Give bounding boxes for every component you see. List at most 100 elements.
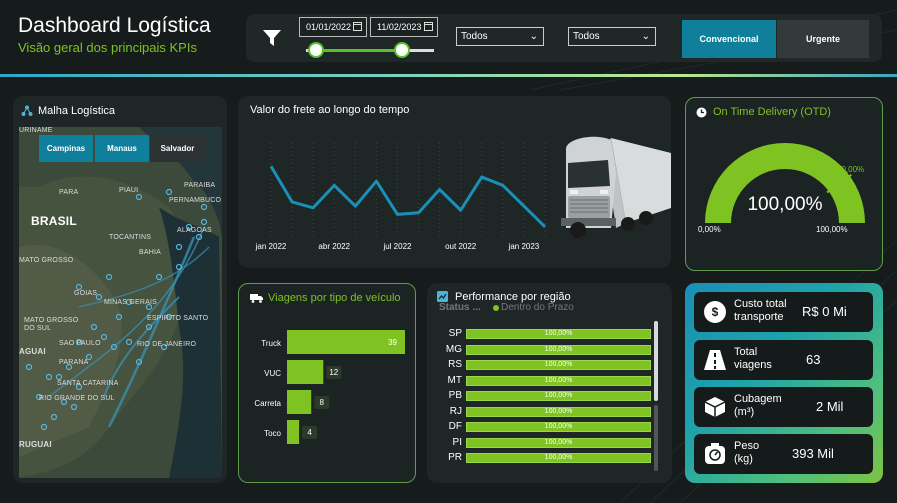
truck-image (561, 136, 671, 238)
x-tick-label: jan 2022 (255, 242, 287, 251)
regions-scrollbar[interactable] (654, 321, 658, 401)
urgente-button[interactable]: Urgente (777, 20, 869, 58)
vehicle-bar[interactable] (287, 390, 312, 414)
map-title: Malha Logística (38, 105, 116, 117)
region-label: RJ (449, 405, 462, 417)
map-label: SAO PAULO (59, 340, 101, 347)
region-label: RS (448, 359, 462, 370)
map-label: PARAIBA (184, 182, 216, 189)
bar-value-label: 12 (329, 368, 338, 377)
map-button-manaus[interactable]: Manaus (95, 135, 149, 162)
otd-value: 100,00% (747, 194, 823, 215)
region-bar[interactable]: 100,00% (466, 329, 651, 339)
otd-panel: On Time Delivery (OTD) 100,00% 0,00% 100… (685, 97, 883, 271)
freight-series-line[interactable] (269, 165, 547, 228)
x-tick-label: out 2022 (445, 242, 477, 251)
map-button-salvador[interactable]: Salvador (150, 135, 205, 162)
region-bar[interactable]: 100,00% (466, 406, 651, 417)
vehicles-title: Viagens por tipo de veículo (268, 292, 401, 304)
bar-value-label: 8 (319, 398, 324, 407)
date-end-input[interactable]: 11/02/2023 (370, 17, 438, 37)
map-label: PARA (59, 189, 79, 196)
map-label: SANTA CATARINA (57, 380, 119, 387)
road-icon (704, 350, 726, 370)
otd-target-label: 80,00% (837, 165, 865, 174)
kpi-card-volume: Cubagem (m³) 2 Mil (694, 387, 873, 427)
vehicle-bar[interactable] (287, 420, 300, 444)
calendar-icon[interactable] (353, 22, 362, 31)
chevron-down-icon: ⌄ (641, 31, 650, 42)
bar-category-label: VUC (264, 369, 281, 378)
region-bar[interactable]: 100,00% (466, 437, 651, 448)
region-bar[interactable]: 100,00% (466, 344, 651, 355)
vehicles-bar-chart[interactable]: Truck 39 VUC 12 Carreta 8 Toco 4 (239, 324, 417, 474)
bar-category-label: Carreta (254, 399, 281, 408)
kpi-trips-label: Total viagens (734, 346, 772, 371)
region-label: DF (448, 421, 462, 432)
region-label: SP (448, 328, 462, 339)
region-bar[interactable]: 100,00% (466, 375, 651, 386)
box-icon (704, 397, 726, 417)
page-title: Dashboard Logística (18, 14, 211, 37)
freight-line-chart[interactable]: jan 2022 abr 2022 jul 2022 out 2022 jan 2023 (238, 96, 558, 268)
map-label: PERNAMBUCO (169, 197, 222, 204)
kpi-card-cost: $ Custo total transporte R$ 0 Mi (694, 292, 873, 332)
vehicle-bar[interactable] (287, 360, 324, 384)
chart-icon (437, 291, 448, 302)
otd-gauge[interactable] (686, 138, 884, 238)
truck-icon (250, 294, 263, 303)
map-label: GOIAS (74, 290, 98, 297)
filter-dropdown-1[interactable]: Todos ⌄ (456, 27, 544, 46)
date-start-value: 01/01/2022 (306, 22, 352, 32)
region-bar[interactable]: 100,00% (466, 391, 651, 401)
convencional-button[interactable]: Convencional (682, 20, 776, 58)
legend-dot-icon (493, 305, 499, 311)
calendar-icon[interactable] (424, 22, 433, 31)
logistics-map[interactable]: Campinas Manaus Salvador URINAME BRASIL … (19, 127, 222, 478)
bar-value-label: 4 (307, 428, 312, 437)
kpi-weight-value: 393 Mil (792, 446, 834, 461)
scale-icon (705, 443, 725, 464)
otd-title: On Time Delivery (OTD) (713, 106, 831, 118)
map-label: BRASIL (31, 214, 77, 228)
region-label: MT (447, 374, 462, 386)
filter-bar: 01/01/2022 11/02/2023 Todos ⌄ Todos ⌄ Co… (246, 14, 882, 62)
filter-dropdown-2[interactable]: Todos ⌄ (568, 27, 656, 46)
region-bar[interactable]: 100,00% (466, 453, 651, 463)
region-bar[interactable]: 100,00% (466, 360, 651, 370)
region-label: PR (448, 452, 462, 463)
date-slider-fill (316, 49, 402, 52)
date-slider-start-handle[interactable] (308, 42, 325, 58)
map-label: MATO GROSSO DO SUL (24, 317, 79, 332)
date-start-input[interactable]: 01/01/2022 (299, 17, 367, 37)
map-label: PIAUI (119, 187, 139, 194)
region-bar[interactable]: 100,00% (466, 422, 651, 432)
regions-legend-item[interactable]: Dentro do Prazo (501, 302, 574, 313)
map-label: MATO GROSSO (19, 257, 74, 264)
map-label: TOCANTINS (109, 234, 152, 241)
vehicles-panel: Viagens por tipo de veículo Truck 39 VUC 12… (238, 283, 416, 483)
map-label: RIO DE JANEIRO (137, 341, 197, 348)
kpi-cost-label: Custo total transporte (734, 298, 787, 323)
region-label: PI (452, 436, 462, 448)
bar-category-label: Truck (261, 339, 282, 348)
regions-legend-status: Status ... (439, 302, 481, 313)
kpi-volume-value: 2 Mil (816, 399, 844, 414)
dropdown-2-value: Todos (573, 31, 600, 42)
chevron-down-icon: ⌄ (529, 31, 538, 42)
network-icon (21, 105, 33, 116)
regions-scrollbar-track[interactable] (654, 405, 658, 471)
map-label: URINAME (19, 127, 53, 134)
kpi-weight-label: Peso (kg) (734, 440, 760, 465)
map-label: BAHIA (139, 249, 162, 256)
kpi-card-weight: Peso (kg) 393 Mil (694, 434, 873, 474)
kpi-cost-value: R$ 0 Mi (802, 304, 847, 319)
bar-value-label: 39 (388, 338, 397, 347)
map-label: RIO GRANDE DO SUL (39, 395, 115, 402)
region-label: MG (445, 343, 462, 355)
date-slider-end-handle[interactable] (394, 42, 410, 58)
dollar-icon: $ (704, 301, 726, 323)
map-button-campinas[interactable]: Campinas (39, 135, 93, 162)
map-label: AGUAI (19, 347, 46, 356)
filter-icon[interactable] (262, 29, 282, 47)
